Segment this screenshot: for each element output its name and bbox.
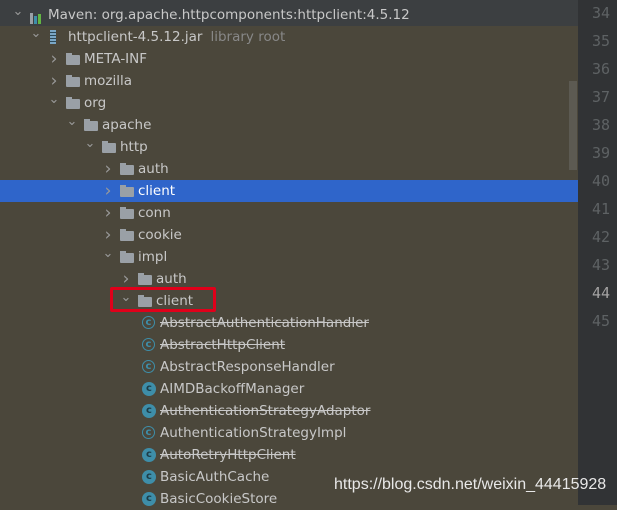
watermark: https://blog.csdn.net/weixin_44415928 [334,476,607,493]
tree-node-label: auth [156,271,187,287]
folder-icon [120,207,134,219]
folder-icon [84,119,98,131]
tree-node[interactable]: c AbstractResponseHandler [0,356,578,378]
tree-node-label: META-INF [84,51,148,67]
line-number: 34 [591,4,610,22]
tree-node-label: auth [138,161,169,177]
tree-node-label: apache [102,117,152,133]
folder-icon [102,141,116,153]
tree-node[interactable]: c AuthenticationStrategyAdaptor [0,400,578,422]
highlight-box [110,287,216,312]
chevron-down-icon[interactable]: ⌄ [84,136,96,158]
chevron-right-icon[interactable]: › [48,70,60,92]
class-icon: c [142,470,156,484]
folder-icon [120,251,134,263]
line-number: 38 [591,116,610,134]
folder-icon [138,273,152,285]
chevron-right-icon[interactable]: › [102,202,114,224]
tree-node[interactable]: › META-INF [0,48,578,70]
tree-node-label: AutoRetryHttpClient [160,447,296,463]
tree-node[interactable]: › cookie [0,224,578,246]
tree-node-label: AuthenticationStrategyAdaptor [160,403,371,419]
project-tree[interactable]: ⌄ Maven: org.apache.httpcomponents:httpcl… [0,4,578,510]
tree-node-label: client [138,183,176,199]
tree-node-label: AuthenticationStrategyImpl [160,425,347,441]
tree-node[interactable]: ⌄ org [0,92,578,114]
chevron-down-icon[interactable]: ⌄ [48,92,60,114]
folder-icon [66,53,80,65]
tree-node[interactable]: c AbstractHttpClient [0,334,578,356]
tree-node-label: AbstractHttpClient [160,337,286,353]
tree-node[interactable]: › auth [0,158,578,180]
tree-node-label: AbstractResponseHandler [160,359,335,375]
line-number: 36 [591,60,610,78]
tree-node-label: org [84,95,107,111]
tree-node[interactable]: ⌄ impl [0,246,578,268]
tree-node[interactable]: ⌄ apache [0,114,578,136]
tree-node[interactable]: c AbstractAuthenticationHandler [0,312,578,334]
tree-node[interactable]: › conn [0,202,578,224]
tree-node[interactable]: ⌄ client [0,290,578,312]
chevron-down-icon[interactable]: ⌄ [66,114,78,136]
chevron-down-icon[interactable]: ⌄ [12,4,24,26]
class-icon: c [142,382,156,396]
tree-node-label: AIMDBackoffManager [160,381,305,397]
abstract-class-icon: c [142,316,155,329]
tree-node[interactable]: c AIMDBackoffManager [0,378,578,400]
abstract-class-icon: c [142,338,155,351]
line-number: 42 [591,228,610,246]
tree-node-label: impl [138,249,168,265]
line-number: 39 [591,144,610,162]
folder-icon [120,185,134,197]
tree-node-label: cookie [138,227,182,243]
chevron-right-icon[interactable]: › [48,48,60,70]
class-icon: c [142,448,156,462]
library-root-hint: library root [210,29,286,45]
line-number: 45 [591,312,610,330]
tree-node[interactable]: c AutoRetryHttpClient [0,444,578,466]
tree-node-label: Maven: org.apache.httpcomponents:httpcli… [48,7,410,23]
line-number: 44 [591,284,610,302]
line-number: 43 [591,256,610,274]
tree-node[interactable]: ⌄ httpclient-4.5.12.jar library root [0,26,578,48]
chevron-right-icon[interactable]: › [102,158,114,180]
tree-node-label: mozilla [84,73,133,89]
tree-node[interactable]: c AuthenticationStrategyImpl [0,422,578,444]
maven-library-icon [30,9,44,24]
tree-node[interactable]: › auth [0,268,578,290]
class-icon: c [142,492,156,506]
tree-node-label: AbstractAuthenticationHandler [160,315,369,331]
chevron-down-icon[interactable]: ⌄ [102,246,114,268]
folder-icon [120,229,134,241]
abstract-class-icon: c [142,426,155,439]
tree-node[interactable]: ⌄ http [0,136,578,158]
jar-icon [50,30,56,44]
folder-icon [66,97,80,109]
tree-node-label: http [120,139,148,155]
line-number-gutter: 34 35 36 37 38 39 40 41 42 43 44 45 [578,0,617,505]
chevron-right-icon[interactable]: › [102,180,114,202]
chevron-right-icon[interactable]: › [102,224,114,246]
line-number: 37 [591,88,610,106]
line-number: 35 [591,32,610,50]
folder-icon [66,75,80,87]
tree-node-label: conn [138,205,171,221]
class-icon: c [142,404,156,418]
scrollbar-thumb[interactable] [569,81,577,170]
line-number: 41 [591,200,610,218]
tree-node-label: httpclient-4.5.12.jar [68,29,203,45]
folder-icon [120,163,134,175]
chevron-down-icon[interactable]: ⌄ [30,26,42,48]
tree-node[interactable]: › mozilla [0,70,578,92]
tree-node-label: BasicAuthCache [160,469,270,485]
tree-node[interactable]: ⌄ Maven: org.apache.httpcomponents:httpcl… [0,4,578,26]
tree-node[interactable]: › client [0,180,578,202]
line-number: 40 [591,172,610,190]
abstract-class-icon: c [142,360,155,373]
